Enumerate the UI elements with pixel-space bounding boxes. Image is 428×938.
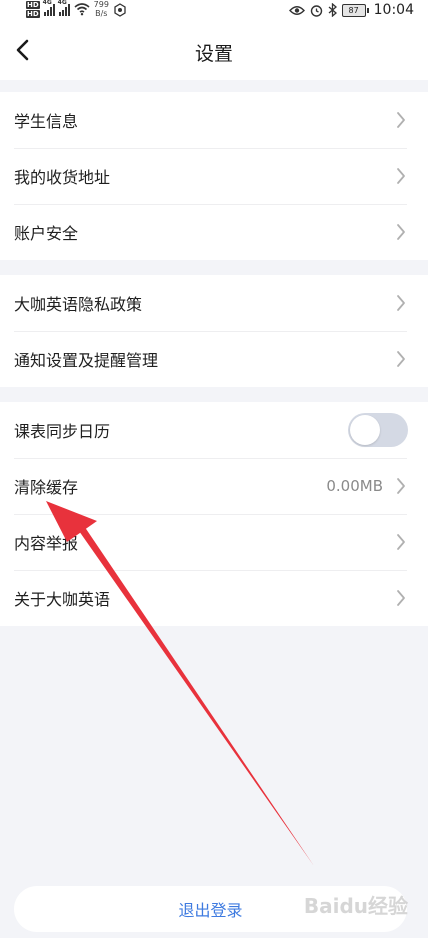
chevron-right-icon: [397, 168, 405, 184]
row-label: 关于大咖英语: [14, 590, 111, 609]
signal-2-icon: 4G: [57, 0, 70, 16]
wifi-icon: [74, 3, 90, 16]
row-label: 大咖英语隐私政策: [14, 295, 143, 314]
settings-row-student-info[interactable]: 学生信息: [0, 92, 428, 148]
sim-indicators: HD HD: [26, 1, 40, 18]
network-speed: 799 B/s: [94, 0, 109, 18]
row-label: 通知设置及提醒管理: [14, 351, 159, 370]
row-label: 学生信息: [14, 112, 79, 131]
eye-icon: [288, 5, 305, 15]
chevron-right-icon: [397, 351, 405, 367]
status-time: 10:04: [373, 2, 414, 18]
settings-row-shipping-address[interactable]: 我的收货地址: [0, 148, 428, 204]
row-label: 内容举报: [14, 534, 79, 553]
app-notification-icon: [114, 3, 126, 17]
battery-icon: 87: [341, 3, 369, 17]
settings-row-clear-cache[interactable]: 清除缓存 0.00MB: [0, 458, 428, 514]
logout-label: 退出登录: [178, 901, 243, 920]
cache-size-value: 0.00MB: [326, 477, 383, 495]
settings-group-account: 学生信息 我的收货地址 账户安全: [0, 92, 428, 260]
settings-row-content-report[interactable]: 内容举报: [0, 514, 428, 570]
calendar-sync-toggle[interactable]: [348, 413, 408, 447]
network-type-1: 4G: [42, 0, 52, 6]
status-bar: HD HD 4G 4G 799 B/s 87 10:04: [0, 0, 428, 22]
settings-group-general: 课表同步日历 清除缓存 0.00MB 内容举报 关于大咖英语: [0, 402, 428, 626]
chevron-right-icon: [397, 224, 405, 240]
signal-1-icon: 4G: [42, 0, 55, 16]
watermark-logo: Baidu经验: [303, 894, 408, 918]
network-type-2: 4G: [57, 0, 67, 6]
chevron-right-icon: [397, 534, 405, 550]
page-title: 设置: [194, 43, 233, 65]
network-speed-unit: B/s: [95, 9, 108, 18]
network-speed-value: 799: [93, 0, 109, 9]
settings-row-about[interactable]: 关于大咖英语: [0, 570, 428, 626]
alarm-icon: [310, 4, 322, 17]
sim2-label: HD: [26, 10, 40, 18]
row-label: 账户安全: [14, 224, 79, 243]
toggle-knob: [350, 415, 380, 445]
row-label: 清除缓存: [14, 478, 79, 497]
chevron-right-icon: [397, 112, 405, 128]
chevron-right-icon: [397, 295, 405, 311]
sim1-label: HD: [26, 1, 40, 9]
status-bar-right: 87 10:04: [288, 0, 414, 20]
bluetooth-icon: [328, 3, 337, 17]
settings-row-privacy-policy[interactable]: 大咖英语隐私政策: [0, 275, 428, 331]
chevron-right-icon: [397, 478, 405, 494]
status-bar-left: HD HD 4G 4G 799 B/s: [26, 0, 127, 22]
row-label: 我的收货地址: [14, 168, 111, 187]
settings-group-policy: 大咖英语隐私政策 通知设置及提醒管理: [0, 275, 428, 387]
settings-row-calendar-sync: 课表同步日历: [0, 402, 428, 458]
chevron-right-icon: [397, 590, 405, 606]
row-label: 课表同步日历: [14, 422, 111, 441]
settings-row-notification-settings[interactable]: 通知设置及提醒管理: [0, 331, 428, 387]
settings-row-account-security[interactable]: 账户安全: [0, 204, 428, 260]
battery-level: 87: [341, 3, 366, 17]
nav-bar: 设置: [0, 22, 428, 80]
